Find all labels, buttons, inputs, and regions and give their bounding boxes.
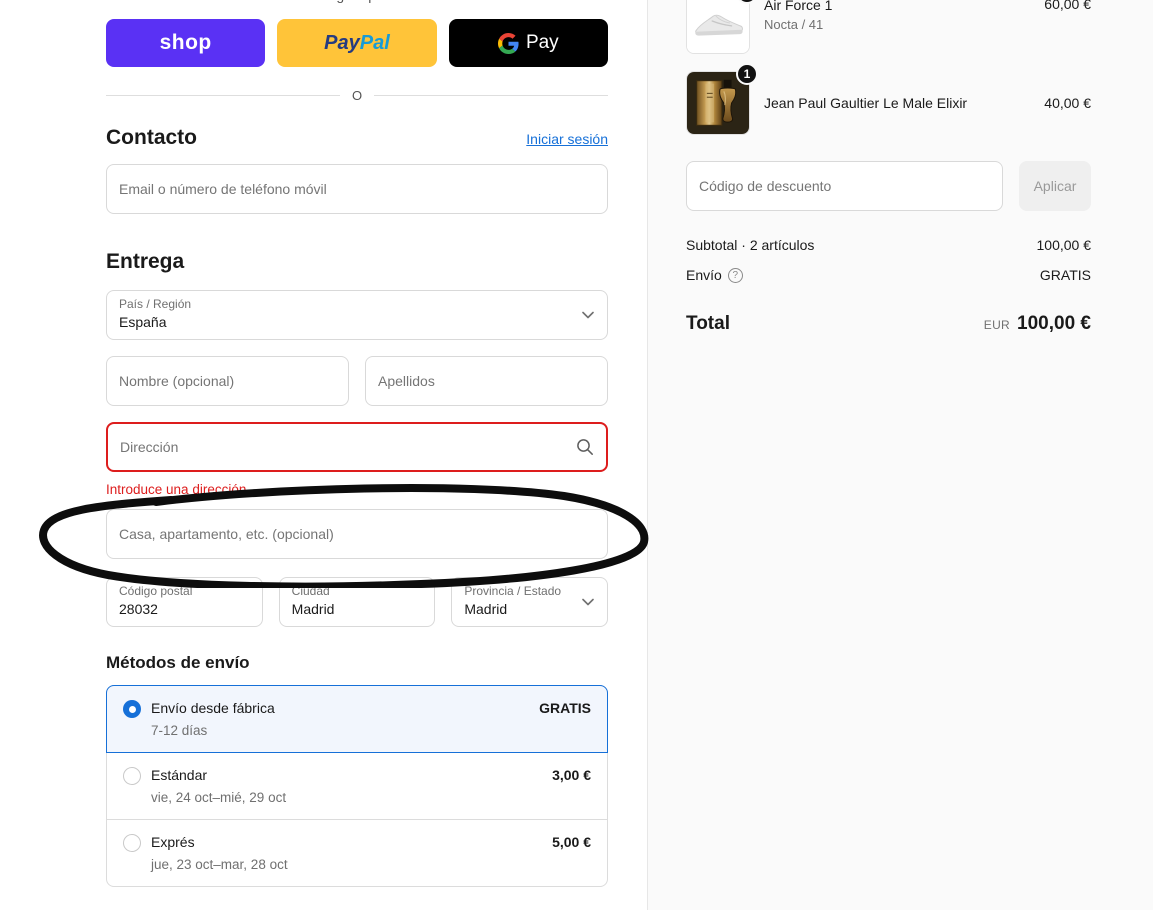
postal-code-label: Código postal (119, 584, 193, 598)
contact-header: Contacto Iniciar sesión (106, 126, 608, 150)
divider-label: O (351, 88, 363, 103)
product-price: 60,00 € (1044, 0, 1091, 12)
sneaker-image (687, 0, 749, 53)
radio-unselected-icon[interactable] (123, 767, 141, 785)
chevron-down-icon (582, 598, 594, 606)
delivery-heading: Entrega (106, 250, 185, 273)
shipping-option-standard[interactable]: Estándar vie, 24 oct–mié, 29 oct 3,00 € (107, 753, 607, 819)
shop-pay-button[interactable]: shop (106, 19, 266, 67)
checkout-page: Pago rápido shop PayPal Pay O (0, 0, 1153, 910)
express-heading-clip: Pago rápido (106, 0, 608, 6)
radio-selected-icon[interactable] (123, 700, 141, 718)
province-select[interactable]: Provincia / Estado Madrid (451, 577, 609, 627)
postal-city-province-row: Código postal Ciudad Provincia / Estado … (106, 577, 609, 627)
express-heading: Pago rápido (106, 0, 608, 3)
city-field[interactable]: Ciudad (278, 577, 436, 627)
shipping-option-factory[interactable]: Envío desde fábrica 7-12 días GRATIS (106, 685, 608, 753)
product-variant: Nocta / 41 (764, 17, 824, 32)
google-pay-button[interactable]: Pay (448, 19, 608, 67)
cart-item-air-force-1: 1 Air Force 1 Nocta / 41 60,00 € (686, 0, 1091, 54)
search-icon (577, 439, 593, 455)
postal-code-field[interactable]: Código postal (106, 577, 263, 627)
product-price: 40,00 € (1044, 95, 1091, 111)
shipping-methods-list: Envío desde fábrica 7-12 días GRATIS Est… (106, 685, 608, 887)
shipping-methods-heading: Métodos de envío (106, 653, 250, 672)
shipping-label: Envío (686, 267, 722, 283)
gpay-label: Pay (525, 32, 559, 53)
province-label: Provincia / Estado (464, 584, 562, 598)
discount-code-input[interactable] (686, 161, 1003, 211)
address-field[interactable] (106, 422, 608, 472)
product-title: Air Force 1 (764, 0, 833, 13)
product-thumbnail: 1 (686, 63, 758, 135)
shipping-option-price: GRATIS (539, 700, 591, 716)
contact-heading: Contacto (106, 126, 197, 149)
checkout-form-column: Pago rápido shop PayPal Pay O (0, 0, 647, 910)
product-title: Jean Paul Gaultier Le Male Elixir (764, 94, 968, 111)
shop-logo: shop (159, 31, 212, 54)
quantity-badge: 1 (736, 63, 758, 85)
currency-code: EUR (983, 318, 1011, 332)
google-g-icon (497, 32, 519, 54)
shipping-option-price: 5,00 € (552, 834, 591, 850)
total-row: Total EUR 100,00 € (686, 313, 1091, 335)
paypal-button[interactable]: PayPal (277, 19, 437, 67)
shipping-option-name: Estándar (151, 767, 208, 783)
cart-item-le-male-elixir: 1 Jean Paul Gaultier Le Male Elixir 40,0… (686, 63, 1091, 135)
country-label: País / Región (119, 297, 192, 311)
apply-discount-button[interactable]: Aplicar (1019, 161, 1091, 211)
help-question-icon[interactable]: ? (727, 267, 743, 283)
city-input[interactable] (291, 599, 423, 619)
last-name-field[interactable] (365, 356, 608, 406)
divider-line (374, 95, 608, 96)
shipping-option-name: Envío desde fábrica (151, 700, 275, 716)
address-field-wrap (106, 422, 608, 472)
shipping-option-express[interactable]: Exprés jue, 23 oct–mar, 28 oct 5,00 € (107, 819, 607, 886)
address2-field[interactable] (106, 509, 608, 559)
or-divider: O (106, 88, 608, 103)
shipping-option-detail: jue, 23 oct–mar, 28 oct (151, 857, 288, 872)
province-value: Madrid (464, 601, 508, 617)
cost-summary: Subtotal · 2 artículos 100,00 € Envío ? … (686, 237, 1091, 335)
city-label: Ciudad (291, 584, 330, 598)
country-select[interactable]: País / Región España (106, 290, 608, 340)
login-link[interactable]: Iniciar sesión (526, 131, 608, 147)
subtotal-label: Subtotal · 2 artículos (686, 237, 815, 253)
shipping-option-name: Exprés (151, 834, 195, 850)
order-summary-column: 1 Air Force 1 Nocta / 41 60,00 € (647, 0, 1153, 910)
total-label: Total (686, 313, 730, 334)
express-payment-buttons: shop PayPal Pay (106, 19, 608, 67)
total-value: 100,00 € (1017, 313, 1091, 334)
postal-code-input[interactable] (119, 599, 250, 619)
radio-unselected-icon[interactable] (123, 834, 141, 852)
shipping-value: GRATIS (1039, 267, 1091, 283)
address-error-message: Introduce una dirección (106, 482, 247, 497)
subtotal-row: Subtotal · 2 artículos 100,00 € (686, 237, 1091, 253)
shipping-option-detail: vie, 24 oct–mié, 29 oct (151, 790, 287, 805)
email-field[interactable] (106, 164, 608, 214)
shipping-option-price: 3,00 € (552, 767, 591, 783)
subtotal-value: 100,00 € (1036, 237, 1092, 253)
discount-row: Aplicar (686, 161, 1091, 211)
name-row (106, 356, 608, 406)
paypal-logo: PayPal (324, 31, 390, 54)
shipping-row: Envío ? GRATIS (686, 267, 1091, 283)
shipping-option-detail: 7-12 días (151, 723, 208, 738)
chevron-down-icon (582, 311, 594, 319)
first-name-field[interactable] (106, 356, 349, 406)
country-value: España (119, 314, 167, 330)
divider-line (106, 95, 340, 96)
product-thumbnail: 1 (686, 0, 758, 54)
